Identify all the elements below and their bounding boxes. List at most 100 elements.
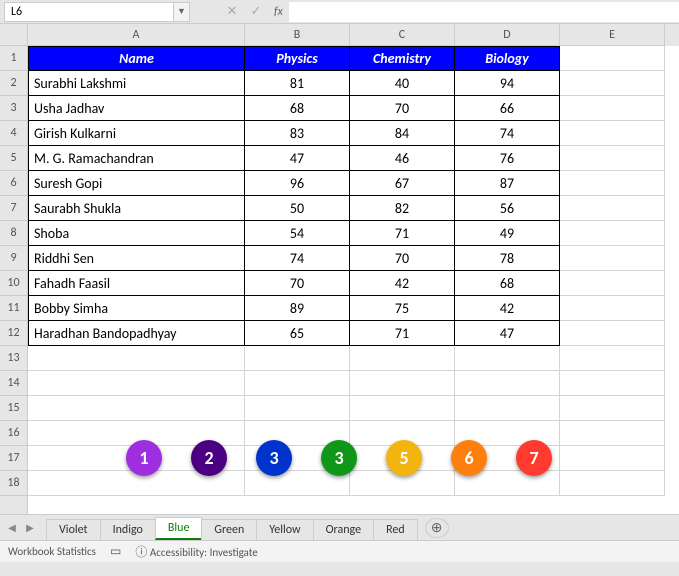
row-header[interactable]: 4 bbox=[0, 121, 27, 146]
cell-chemistry[interactable]: 75 bbox=[350, 296, 455, 321]
cell-name[interactable]: Bobby Simha bbox=[28, 296, 245, 321]
cell-chemistry[interactable]: 40 bbox=[350, 71, 455, 96]
cell[interactable] bbox=[560, 196, 665, 221]
sheet-tab-blue[interactable]: Blue bbox=[155, 517, 203, 540]
cell[interactable] bbox=[245, 396, 350, 421]
cell-biology[interactable]: 78 bbox=[455, 246, 560, 271]
cell[interactable] bbox=[28, 396, 245, 421]
cell[interactable] bbox=[350, 396, 455, 421]
workbook-stats-label[interactable]: Workbook Statistics bbox=[8, 545, 96, 558]
col-header[interactable]: D bbox=[455, 24, 560, 46]
cell[interactable] bbox=[560, 121, 665, 146]
header-physics[interactable]: Physics bbox=[245, 46, 350, 71]
cell[interactable] bbox=[455, 396, 560, 421]
row-header[interactable]: 16 bbox=[0, 421, 27, 446]
cell[interactable] bbox=[560, 471, 665, 496]
sheet-tab-red[interactable]: Red bbox=[373, 519, 418, 540]
cell-biology[interactable]: 47 bbox=[455, 321, 560, 346]
cell[interactable] bbox=[28, 346, 245, 371]
cell-chemistry[interactable]: 84 bbox=[350, 121, 455, 146]
cell-chemistry[interactable]: 70 bbox=[350, 246, 455, 271]
cell-physics[interactable]: 65 bbox=[245, 321, 350, 346]
cell[interactable] bbox=[560, 271, 665, 296]
cell-physics[interactable]: 68 bbox=[245, 96, 350, 121]
cell-chemistry[interactable]: 42 bbox=[350, 271, 455, 296]
cell-physics[interactable]: 89 bbox=[245, 296, 350, 321]
cell[interactable] bbox=[455, 346, 560, 371]
cell-name[interactable]: Suresh Gopi bbox=[28, 171, 245, 196]
cell-name[interactable]: Haradhan Bandopadhyay bbox=[28, 321, 245, 346]
col-header[interactable]: B bbox=[245, 24, 350, 46]
cell-biology[interactable]: 49 bbox=[455, 221, 560, 246]
row-header[interactable]: 13 bbox=[0, 346, 27, 371]
cell-chemistry[interactable]: 71 bbox=[350, 321, 455, 346]
sheet-tab-violet[interactable]: Violet bbox=[46, 519, 101, 540]
cell[interactable] bbox=[245, 346, 350, 371]
cell[interactable] bbox=[560, 221, 665, 246]
cell-biology[interactable]: 74 bbox=[455, 121, 560, 146]
cell-biology[interactable]: 87 bbox=[455, 171, 560, 196]
col-header[interactable]: C bbox=[350, 24, 455, 46]
cell-name[interactable]: Fahadh Faasil bbox=[28, 271, 245, 296]
cell-name[interactable]: Surabhi Lakshmi bbox=[28, 71, 245, 96]
row-header[interactable]: 6 bbox=[0, 171, 27, 196]
cell-name[interactable]: Shoba bbox=[28, 221, 245, 246]
formula-input[interactable] bbox=[289, 2, 679, 22]
tab-nav-next-icon[interactable]: ▶ bbox=[22, 520, 38, 536]
cell-physics[interactable]: 47 bbox=[245, 146, 350, 171]
cell[interactable] bbox=[560, 321, 665, 346]
cell-biology[interactable]: 42 bbox=[455, 296, 560, 321]
accessibility-label[interactable]: ⓘ Accessibility: Investigate bbox=[135, 543, 257, 560]
cell-name[interactable]: M. G. Ramachandran bbox=[28, 146, 245, 171]
add-sheet-button[interactable]: ⊕ bbox=[425, 518, 449, 538]
cancel-formula-icon[interactable]: ✕ bbox=[220, 2, 244, 22]
cell[interactable] bbox=[560, 396, 665, 421]
cell-physics[interactable]: 70 bbox=[245, 271, 350, 296]
row-header[interactable]: 2 bbox=[0, 71, 27, 96]
cell-biology[interactable]: 76 bbox=[455, 146, 560, 171]
row-header[interactable]: 8 bbox=[0, 221, 27, 246]
header-chemistry[interactable]: Chemistry bbox=[350, 46, 455, 71]
cell-chemistry[interactable]: 46 bbox=[350, 146, 455, 171]
select-all-corner[interactable] bbox=[0, 24, 27, 46]
cell[interactable] bbox=[560, 246, 665, 271]
sheet-tab-yellow[interactable]: Yellow bbox=[256, 519, 313, 540]
cell[interactable] bbox=[560, 346, 665, 371]
display-settings-icon[interactable]: ▭ bbox=[110, 544, 121, 559]
cell[interactable] bbox=[350, 346, 455, 371]
cell[interactable] bbox=[28, 371, 245, 396]
row-header[interactable]: 1 bbox=[0, 46, 27, 71]
cell-biology[interactable]: 66 bbox=[455, 96, 560, 121]
cell[interactable] bbox=[560, 296, 665, 321]
cell[interactable] bbox=[560, 446, 665, 471]
cell-physics[interactable]: 50 bbox=[245, 196, 350, 221]
cell-physics[interactable]: 81 bbox=[245, 71, 350, 96]
name-box[interactable]: L6 bbox=[4, 2, 174, 22]
row-header[interactable]: 12 bbox=[0, 321, 27, 346]
cell[interactable] bbox=[350, 371, 455, 396]
cell-name[interactable]: Riddhi Sen bbox=[28, 246, 245, 271]
cell[interactable] bbox=[560, 171, 665, 196]
row-header[interactable]: 5 bbox=[0, 146, 27, 171]
row-header[interactable]: 3 bbox=[0, 96, 27, 121]
cell-name[interactable]: Girish Kulkarni bbox=[28, 121, 245, 146]
header-name[interactable]: Name bbox=[28, 46, 245, 71]
cell-name[interactable]: Saurabh Shukla bbox=[28, 196, 245, 221]
row-header[interactable]: 17 bbox=[0, 446, 27, 471]
col-header[interactable]: A bbox=[28, 24, 245, 46]
cell[interactable] bbox=[560, 371, 665, 396]
cell-physics[interactable]: 54 bbox=[245, 221, 350, 246]
col-header[interactable]: E bbox=[560, 24, 665, 46]
name-box-dropdown[interactable]: ▼ bbox=[174, 2, 190, 22]
cell[interactable] bbox=[560, 146, 665, 171]
row-header[interactable]: 11 bbox=[0, 296, 27, 321]
cell[interactable] bbox=[560, 71, 665, 96]
cell-physics[interactable]: 96 bbox=[245, 171, 350, 196]
sheet-tab-orange[interactable]: Orange bbox=[313, 519, 374, 540]
cell-biology[interactable]: 56 bbox=[455, 196, 560, 221]
row-header[interactable]: 9 bbox=[0, 246, 27, 271]
cell-name[interactable]: Usha Jadhav bbox=[28, 96, 245, 121]
cell-biology[interactable]: 94 bbox=[455, 71, 560, 96]
row-header[interactable]: 14 bbox=[0, 371, 27, 396]
cell[interactable] bbox=[245, 371, 350, 396]
